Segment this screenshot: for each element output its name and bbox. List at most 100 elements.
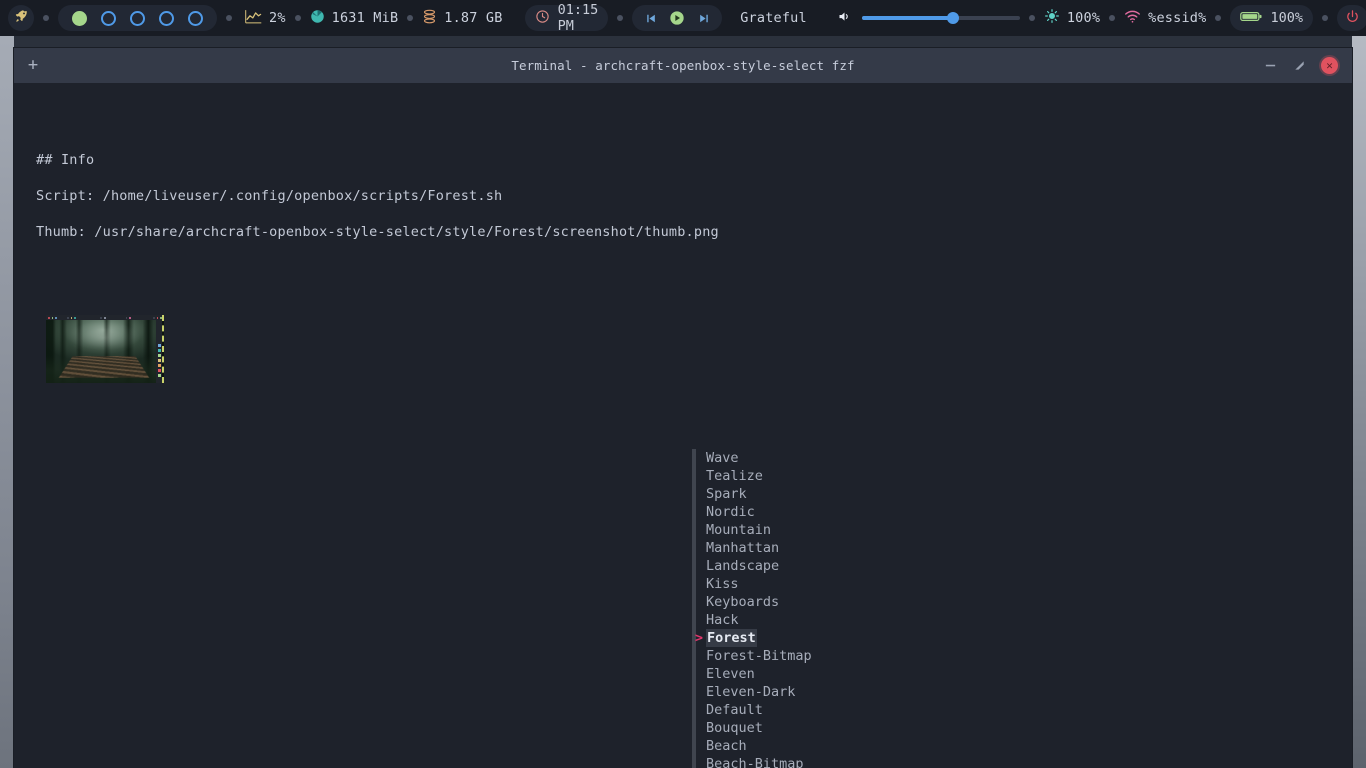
cpu-usage-label: 2% [269, 10, 286, 26]
fzf-item[interactable]: Spark [690, 485, 990, 503]
top-panel: 2% 1631 MiB 1.87 GB 01:15 PM Grateful 10… [0, 0, 1366, 36]
thumbnail-panel-bar [46, 315, 162, 320]
panel-separator-dot [1322, 15, 1328, 21]
window-controls: ✕ [1263, 57, 1352, 74]
fzf-item-label: Bouquet [706, 719, 763, 737]
workspace-switcher[interactable] [58, 5, 217, 31]
wallpaper-right-edge [1352, 36, 1366, 768]
panel-separator-dot [295, 15, 301, 21]
power-button[interactable] [1337, 5, 1366, 31]
fzf-item[interactable]: Manhattan [690, 539, 990, 557]
disk-usage-label: 1.87 GB [444, 10, 502, 26]
terminal-window: + Terminal - archcraft-openbox-style-sel… [14, 48, 1352, 768]
network-ssid-label: %essid% [1148, 10, 1206, 26]
clock-module[interactable]: 01:15 PM [525, 5, 609, 31]
window-title: Terminal - archcraft-openbox-style-selec… [14, 58, 1352, 73]
fzf-item-label: Landscape [706, 557, 779, 575]
terminal-titlebar[interactable]: + Terminal - archcraft-openbox-style-sel… [14, 48, 1352, 83]
volume-slider-fill [862, 16, 954, 20]
database-icon [422, 9, 437, 28]
fzf-item-label: Eleven-Dark [706, 683, 795, 701]
fzf-item[interactable]: Tealize [690, 467, 990, 485]
close-icon[interactable]: ✕ [1321, 57, 1338, 74]
fzf-item-label: Keyboards [706, 593, 779, 611]
fzf-item-label: Default [706, 701, 763, 719]
panel-separator-dot [1029, 15, 1035, 21]
workspace-3[interactable] [130, 11, 145, 26]
fzf-item[interactable]: Forest-Bitmap [690, 647, 990, 665]
fzf-item[interactable]: Bouquet [690, 719, 990, 737]
speaker-icon[interactable] [837, 9, 852, 28]
memory-usage-label: 1631 MiB [332, 10, 399, 26]
workspace-2[interactable] [101, 11, 116, 26]
disk-module[interactable]: 1.87 GB [422, 9, 502, 28]
workspace-1[interactable] [72, 11, 87, 26]
fzf-item-selected[interactable]: > Forest [690, 629, 990, 647]
app-launcher-button[interactable] [8, 5, 34, 31]
panel-separator-dot [617, 15, 623, 21]
fzf-item-label: Wave [706, 449, 739, 467]
cpu-module[interactable]: 2% [245, 9, 286, 28]
media-track: Grateful [740, 10, 807, 26]
clock-label: 01:15 PM [558, 2, 599, 34]
battery-module[interactable]: 100% [1230, 5, 1313, 31]
media-track-label: Grateful [740, 10, 807, 26]
play-icon[interactable] [669, 10, 685, 26]
terminal-body[interactable]: ## Info Script: /home/liveuser/.config/o… [14, 83, 1352, 768]
fzf-item-label: Manhattan [706, 539, 779, 557]
fzf-item[interactable]: Eleven-Dark [690, 683, 990, 701]
battery-label: 100% [1270, 10, 1303, 26]
fzf-item[interactable]: Nordic [690, 503, 990, 521]
fzf-picker[interactable]: Wave Tealize Spark Nordic Mountain Manhattan L… [690, 449, 990, 768]
pie-chart-icon [310, 9, 325, 28]
fzf-item-label: Eleven [706, 665, 755, 683]
brightness-label: 100% [1067, 10, 1100, 26]
workspace-5[interactable] [188, 11, 203, 26]
fzf-item[interactable]: Wave [690, 449, 990, 467]
fzf-item-label: Forest [706, 629, 757, 647]
fzf-item[interactable]: Mountain [690, 521, 990, 539]
volume-slider[interactable] [862, 16, 1020, 20]
fzf-item[interactable]: Default [690, 701, 990, 719]
media-controls[interactable] [632, 5, 722, 31]
fzf-item[interactable]: Landscape [690, 557, 990, 575]
workspace-4[interactable] [159, 11, 174, 26]
wifi-icon [1124, 9, 1141, 28]
power-icon[interactable] [1345, 9, 1360, 28]
fzf-pointer-icon: > [694, 629, 704, 647]
rocket-icon [14, 9, 29, 28]
thumbnail-mist [46, 320, 156, 357]
maximize-icon[interactable] [1292, 58, 1307, 73]
fzf-item-label: Hack [706, 611, 739, 629]
volume-module[interactable] [837, 9, 1020, 28]
clock-icon [535, 9, 550, 28]
fzf-item-label: Beach-Bitmap [706, 755, 804, 768]
fzf-item-list[interactable]: Wave Tealize Spark Nordic Mountain Manhattan L… [690, 449, 990, 768]
fzf-item[interactable]: Beach [690, 737, 990, 755]
panel-separator-dot [407, 15, 413, 21]
fzf-item-label: Tealize [706, 467, 763, 485]
fzf-item[interactable]: Eleven [690, 665, 990, 683]
fzf-item-label: Beach [706, 737, 747, 755]
network-module[interactable]: %essid% [1124, 9, 1206, 28]
skip-next-icon[interactable] [696, 10, 712, 26]
fzf-item[interactable]: Kiss [690, 575, 990, 593]
fzf-item[interactable]: Hack [690, 611, 990, 629]
terminal-line-1: Script: /home/liveuser/.config/openbox/s… [36, 187, 502, 205]
minimize-icon[interactable] [1263, 58, 1278, 73]
fzf-item-label: Nordic [706, 503, 755, 521]
brightness-module[interactable]: 100% [1044, 8, 1100, 28]
thumbnail-tray-bar [156, 320, 162, 383]
fzf-item-label: Forest-Bitmap [706, 647, 812, 665]
brightness-icon [1044, 8, 1060, 28]
memory-module[interactable]: 1631 MiB [310, 9, 399, 28]
fzf-item[interactable]: Beach-Bitmap [690, 755, 990, 768]
fzf-item[interactable]: Keyboards [690, 593, 990, 611]
new-tab-button[interactable]: + [18, 48, 48, 83]
skip-previous-icon[interactable] [642, 10, 658, 26]
fzf-item-label: Kiss [706, 575, 739, 593]
chart-line-icon [245, 9, 262, 28]
panel-separator-dot [1215, 15, 1221, 21]
battery-icon [1240, 10, 1262, 27]
volume-slider-knob[interactable] [947, 12, 959, 24]
